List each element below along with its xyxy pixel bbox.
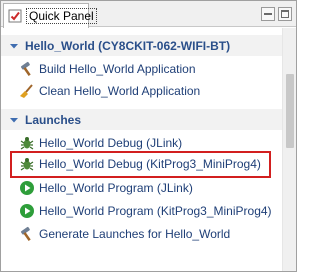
run-icon xyxy=(19,203,35,219)
bug-icon xyxy=(19,135,35,151)
broom-icon xyxy=(19,83,35,99)
maximize-button[interactable] xyxy=(278,7,292,21)
scrollbar-thumb[interactable] xyxy=(286,74,294,148)
view-tab-bar: Quick Panel xyxy=(1,1,296,28)
section-title: Launches xyxy=(25,112,82,127)
vertical-scrollbar[interactable] xyxy=(282,28,296,271)
item-label: Build Hello_World Application xyxy=(39,62,196,76)
section-header-launches[interactable]: Launches xyxy=(1,109,282,130)
section-header-project[interactable]: Hello_World (CY8CKIT-062-WIFI-BT) xyxy=(1,35,282,56)
tab-quick-panel[interactable]: Quick Panel xyxy=(3,3,97,28)
quick-panel-view: Quick Panel Hello_World (CY8CKIT-062-WIF… xyxy=(0,0,297,272)
minimize-button[interactable] xyxy=(261,7,275,21)
item-label: Hello_World Program (KitProg3_MiniProg4) xyxy=(39,204,272,218)
clean-application-link[interactable]: Clean Hello_World Application xyxy=(19,81,200,101)
program-jlink-link[interactable]: Hello_World Program (JLink) xyxy=(19,178,193,198)
item-label: Clean Hello_World Application xyxy=(39,84,201,98)
bug-icon xyxy=(19,156,35,172)
chevron-down-icon[interactable] xyxy=(9,41,19,51)
hammer-icon xyxy=(19,61,35,77)
program-kitprog3-link[interactable]: Hello_World Program (KitProg3_MiniProg4) xyxy=(19,201,272,221)
hammer-icon xyxy=(19,226,35,242)
quick-panel-icon xyxy=(8,9,22,23)
build-application-link[interactable]: Build Hello_World Application xyxy=(19,59,196,79)
debug-jlink-link[interactable]: Hello_World Debug (JLink) xyxy=(19,133,182,153)
item-label: Generate Launches for Hello_World xyxy=(39,227,231,241)
item-label: Hello_World Program (JLink) xyxy=(39,181,193,195)
generate-launches-link[interactable]: Generate Launches for Hello_World xyxy=(19,224,230,244)
item-label: Hello_World Debug (JLink) xyxy=(39,136,183,150)
debug-kitprog3-link[interactable]: Hello_World Debug (KitProg3_MiniProg4) xyxy=(19,154,261,174)
quick-panel-content: Hello_World (CY8CKIT-062-WIFI-BT) Build … xyxy=(1,28,282,271)
tab-label: Quick Panel xyxy=(26,8,97,24)
chevron-down-icon[interactable] xyxy=(9,115,19,125)
run-icon xyxy=(19,180,35,196)
item-label: Hello_World Debug (KitProg3_MiniProg4) xyxy=(39,157,261,171)
section-title: Hello_World (CY8CKIT-062-WIFI-BT) xyxy=(25,38,231,53)
